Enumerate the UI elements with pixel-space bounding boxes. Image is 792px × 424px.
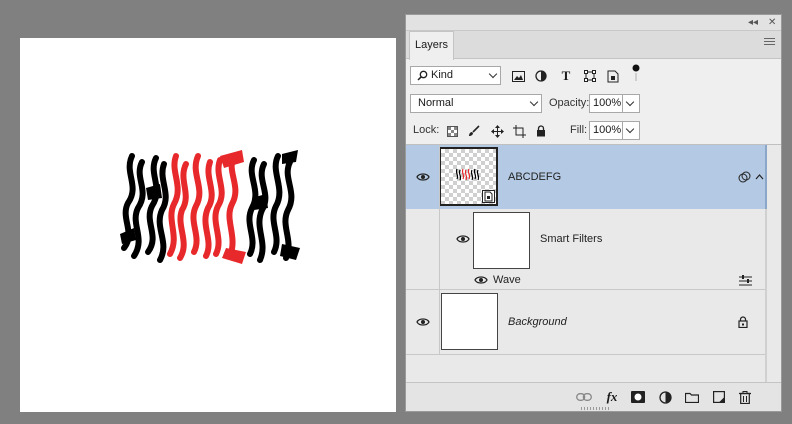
type-filter-icon[interactable]: T (557, 67, 575, 85)
search-icon (417, 70, 428, 81)
layer-name-abcdefg: ABCDEFG (508, 171, 562, 183)
shape-filter-icon[interactable] (581, 67, 599, 85)
collapse-panel-button[interactable]: ◂◂ (748, 16, 758, 30)
visibility-eye-icon[interactable] (456, 234, 470, 244)
wave-blob-3 (282, 150, 298, 164)
wave-stroke-9 (212, 157, 225, 257)
filter-blending-options-icon[interactable] (739, 275, 752, 286)
wave-blob-2 (222, 248, 246, 264)
group-folder-icon[interactable] (684, 389, 700, 405)
opacity-dropdown[interactable] (623, 94, 640, 113)
layers-list: ABCDEFG Smart Filters Wave Background (406, 144, 781, 382)
link-layers-icon[interactable] (576, 389, 592, 405)
wave-stroke-4 (156, 161, 169, 263)
tab-layers-label: Layers (414, 39, 449, 51)
layer-divider (406, 354, 766, 355)
lock-transparent-pixels-icon[interactable] (443, 122, 461, 140)
layer-row-wave-filter[interactable]: Wave (406, 273, 766, 289)
lock-row: Lock: Fill: 100% (406, 120, 781, 142)
wave-blob-6 (146, 184, 162, 200)
visibility-eye-icon[interactable] (416, 317, 430, 327)
fill-dropdown[interactable] (623, 121, 640, 140)
adjustment-layer-icon[interactable] (657, 389, 673, 405)
panel-title-bar: ◂◂ ✕ (406, 15, 781, 31)
fill-label: Fill: (570, 124, 588, 136)
image-filter-icon[interactable] (509, 67, 527, 85)
wave-blob-1 (220, 150, 244, 168)
wave-stroke-3 (145, 155, 160, 255)
document-canvas[interactable] (20, 38, 396, 412)
lock-position-icon[interactable] (488, 122, 506, 140)
close-panel-button[interactable]: ✕ (768, 16, 776, 30)
lock-artboard-icon[interactable] (510, 122, 528, 140)
canvas-artwork (120, 150, 300, 264)
layer-column-divider (439, 145, 440, 354)
smart-object-filter-icon[interactable] (604, 67, 622, 85)
layer-name-background: Background (508, 316, 567, 328)
layer-thumbnail-abcdefg[interactable] (439, 147, 498, 206)
trash-icon[interactable] (737, 389, 753, 405)
kind-filter-select[interactable]: Kind (410, 66, 501, 85)
wave-stroke-8 (202, 159, 215, 259)
lock-image-pixels-icon[interactable] (465, 122, 483, 140)
panel-tab-strip: Layers (406, 31, 781, 60)
layers-panel-footer: fx (406, 382, 781, 411)
wave-stroke-2 (131, 159, 146, 259)
lock-all-icon[interactable] (532, 122, 550, 140)
blend-row: Normal Opacity: 100% (406, 93, 781, 115)
layer-row-abcdefg[interactable]: ABCDEFG (406, 145, 766, 209)
opacity-label: Opacity: (549, 97, 590, 109)
kind-filter-label: Kind (431, 69, 454, 81)
layer-thumbnail-background[interactable] (441, 293, 498, 350)
filter-toggle-icon[interactable] (627, 64, 645, 82)
fx-icon[interactable]: fx (604, 389, 620, 405)
layer-row-background[interactable]: Background (406, 290, 766, 354)
layer-row-smart-filters[interactable]: Smart Filters (406, 209, 766, 273)
hamburger-icon[interactable] (764, 38, 775, 47)
wave-stroke-12 (256, 161, 269, 263)
adjustment-filter-icon[interactable] (532, 67, 550, 85)
layer-locked-icon[interactable] (738, 316, 748, 328)
smart-filter-indicator-icon[interactable] (738, 171, 751, 184)
opacity-input[interactable]: 100% (589, 94, 623, 113)
layers-scrollbar-thumb[interactable] (765, 145, 767, 209)
layer-mask-icon[interactable] (630, 389, 646, 405)
visibility-eye-icon[interactable] (474, 275, 488, 285)
layer-name-wave: Wave (493, 274, 521, 286)
layers-panel: ◂◂ ✕ Layers Kind T Normal Opacity: 100% … (405, 14, 782, 412)
blend-mode-select[interactable]: Normal (410, 94, 542, 113)
filter-row: Kind T (406, 64, 781, 87)
smart-filters-mask-thumbnail[interactable] (473, 212, 530, 269)
collapse-effects-icon[interactable] (755, 173, 764, 180)
lock-label: Lock: (413, 124, 440, 136)
new-layer-icon[interactable] (711, 389, 727, 405)
fill-input[interactable]: 100% (589, 121, 623, 140)
wave-stroke-10 (226, 153, 239, 259)
smart-object-badge-icon (482, 190, 495, 203)
wave-stroke-6 (177, 161, 189, 261)
blend-mode-value: Normal (418, 97, 454, 109)
wave-stroke-5 (167, 153, 181, 257)
wave-stroke-7 (190, 153, 203, 255)
visibility-eye-icon[interactable] (416, 172, 430, 182)
wave-stroke-14 (282, 159, 295, 261)
layer-name-smart-filters: Smart Filters (540, 233, 603, 245)
wave-blob-5 (280, 244, 300, 260)
tab-layers[interactable]: Layers (409, 31, 454, 60)
wave-stroke-13 (270, 153, 283, 255)
panel-resize-grip[interactable] (581, 407, 609, 410)
